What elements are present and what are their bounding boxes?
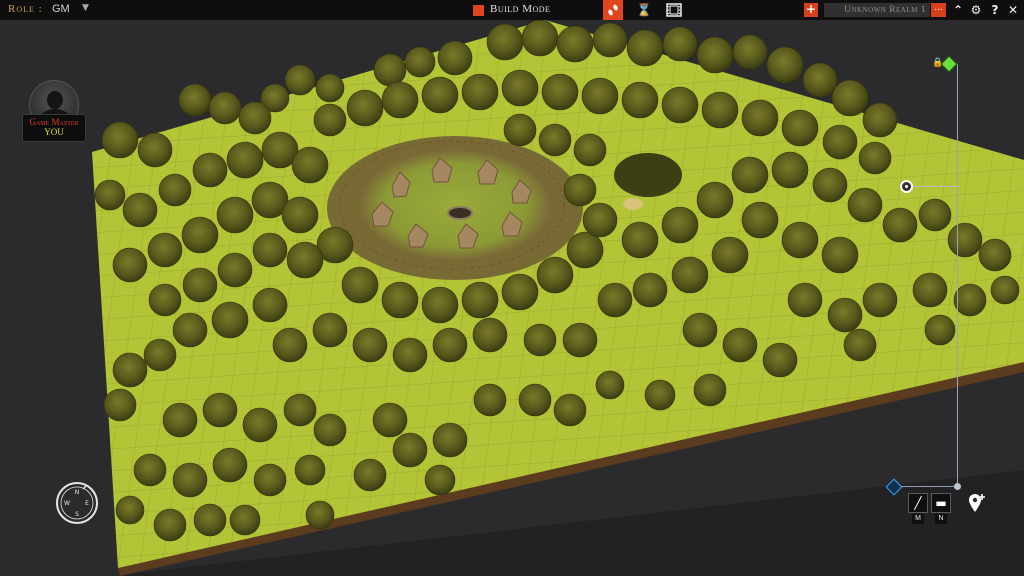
footprints-icon-glyph xyxy=(608,4,618,16)
film-icon[interactable] xyxy=(664,0,684,20)
hotkey-n: N xyxy=(935,514,947,524)
add-marker-icon[interactable] xyxy=(967,492,987,514)
clearing-grass xyxy=(360,150,550,260)
build-mode-label[interactable]: Build Mode xyxy=(490,3,550,15)
realm-options-button[interactable]: ... xyxy=(931,3,946,17)
build-mode-indicator[interactable] xyxy=(473,5,484,16)
height-slider-base xyxy=(900,486,957,487)
compass-west: W xyxy=(64,500,70,507)
gear-icon[interactable]: ⚙ xyxy=(968,2,984,18)
role-label: Role : xyxy=(8,3,43,15)
gm-title: Game Master xyxy=(29,117,79,127)
sand-patch xyxy=(623,198,643,210)
base-handle[interactable] xyxy=(954,483,961,490)
role-selector[interactable]: GM xyxy=(52,3,70,15)
help-icon[interactable]: ? xyxy=(987,2,1003,18)
film-icon-glyph xyxy=(666,3,682,17)
compass-east: E xyxy=(85,500,89,507)
gm-you-label: YOU xyxy=(44,127,64,137)
compass-icon[interactable]: N E S W xyxy=(54,480,100,526)
height-slider-arm xyxy=(907,186,958,187)
game-master-card[interactable]: Game Master YOU xyxy=(22,80,86,144)
avatar-head-shape xyxy=(47,91,63,109)
height-knob-icon[interactable] xyxy=(900,180,913,193)
hourglass-icon[interactable]: ⌛ xyxy=(634,0,654,20)
forest-glade xyxy=(614,153,682,197)
flat-tool-icon[interactable]: ▬ xyxy=(931,493,951,513)
gm-nameplate: Game Master YOU xyxy=(22,114,86,142)
plus-icon[interactable]: + xyxy=(804,3,818,17)
compass-north: N xyxy=(75,489,80,496)
close-icon[interactable]: ✕ xyxy=(1005,2,1021,18)
top-bar: Role : GM ▼ Build Mode ⌛ + Unknown Realm… xyxy=(0,0,1024,20)
realm-name-field[interactable]: Unknown Realm 1 xyxy=(824,3,930,17)
height-slider-track[interactable] xyxy=(957,64,958,488)
campfire-pit[interactable] xyxy=(447,206,473,220)
footprints-icon[interactable] xyxy=(603,0,623,20)
chevron-down-icon[interactable]: ▼ xyxy=(82,3,89,13)
chevron-up-icon[interactable]: ⌃ xyxy=(950,2,966,18)
world-board[interactable] xyxy=(0,20,1024,576)
line-tool-icon[interactable]: ╱ xyxy=(908,493,928,513)
compass-south: S xyxy=(75,511,79,518)
hotkey-m: M xyxy=(912,514,924,524)
